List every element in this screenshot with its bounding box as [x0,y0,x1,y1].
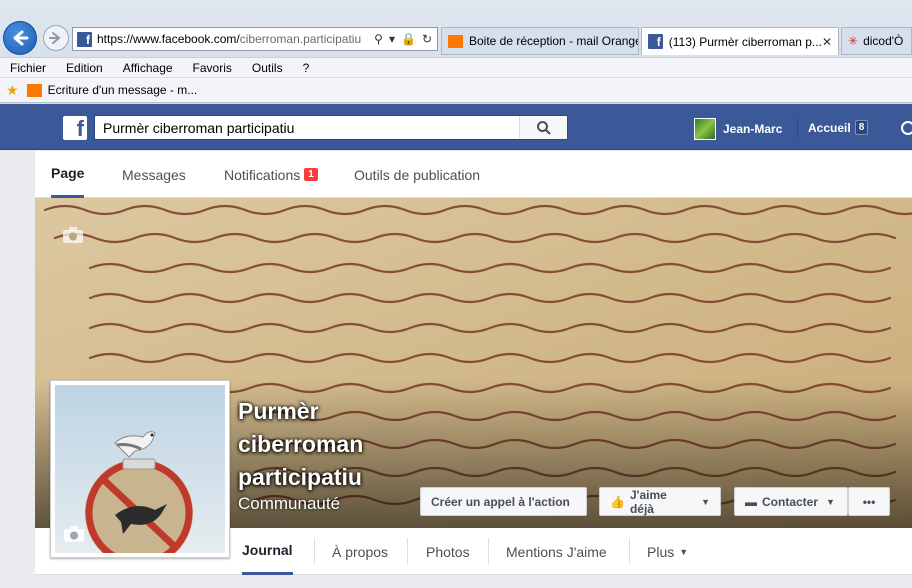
divider [629,538,630,565]
tab-about[interactable]: À propos [332,528,388,575]
divider [407,538,408,565]
call-to-action-button[interactable]: Créer un appel à l'action [420,487,587,516]
menu-favoris[interactable]: Favoris [183,61,242,75]
arrow-left-icon [13,30,29,46]
address-bar[interactable]: f https://www.facebook.com/ciberroman.pa… [72,27,438,51]
button-label: ••• [862,494,876,509]
thumbs-up-icon: 👍 [610,494,625,509]
tab-label: Mentions J'aime [506,543,607,560]
home-link[interactable]: Accueil 8 [808,120,869,135]
tab-label: À propos [332,543,389,560]
dropdown-icon[interactable]: ▾ [389,32,395,46]
chevron-down-icon: ▼ [679,546,689,557]
page-admin-tabs: Page Messages Notifications 1 Outils de p… [35,151,912,198]
favorites-bar: ★ Ecriture d'un message - m... [0,78,912,103]
friends-icon[interactable] [901,121,912,135]
button-label: Contacter [762,494,819,509]
tab-more[interactable]: Plus ▼ [647,528,688,575]
address-icons: ⚲ ▾ 🔒 ↻ [374,32,437,46]
tab-orange-mail[interactable]: Boite de réception - mail Orange [441,27,639,55]
tab-page[interactable]: Page [51,151,85,198]
facebook-favicon-icon: f [648,34,663,49]
divider [797,118,798,138]
home-count-badge: 8 [854,120,869,135]
menu-bar: Fichier Edition Affichage Favoris Outils… [0,57,912,77]
user-name: Jean-Marc [723,122,783,136]
like-button[interactable]: 👍 J'aime déjà ▼ [599,487,721,516]
tab-label: Photos [426,543,470,560]
close-icon[interactable]: ✕ [822,35,832,49]
tab-messages[interactable]: Messages [122,151,186,198]
avatar [694,118,716,140]
page-background [0,575,912,588]
menu-help[interactable]: ? [293,61,320,75]
tab-likes[interactable]: Mentions J'aime [506,528,607,575]
tab-dicod[interactable]: ✳ dicod'Ò [841,27,912,55]
tab-label: Messages [122,166,186,183]
favorites-star-icon[interactable]: ★ [6,82,19,99]
search-icon[interactable]: ⚲ [374,32,383,46]
camera-icon[interactable] [63,525,85,546]
page-category: Communauté [238,494,341,513]
menu-fichier[interactable]: Fichier [0,61,56,75]
search-box[interactable]: Purmèr ciberroman participatiu [94,115,568,140]
search-button[interactable] [519,116,567,139]
tab-label: Plus [647,543,675,560]
divider [314,538,315,565]
tab-journal[interactable]: Journal [242,528,293,575]
menu-affichage[interactable]: Affichage [113,61,183,75]
camera-icon[interactable] [62,226,84,247]
notification-badge: 1 [304,168,318,181]
menu-edition[interactable]: Edition [56,61,113,75]
divider [488,538,489,565]
dicod-icon: ✳ [848,34,859,48]
orange-icon [26,83,42,97]
orange-icon [448,34,463,48]
home-label: Accueil [808,120,851,135]
tab-label: dicod'Ò [863,34,904,48]
back-button[interactable] [3,21,37,55]
tab-label: Page [51,165,85,181]
lock-icon[interactable]: 🔒 [401,32,416,46]
page-title: Purmèr ciberroman participatiu [238,398,364,490]
search-input[interactable]: Purmèr ciberroman participatiu [95,120,519,136]
chevron-down-icon: ▼ [826,496,835,507]
profile-link[interactable]: Jean-Marc [694,118,782,140]
tab-label: Boite de réception - mail Orange [469,34,639,48]
url-rest: ciberroman.participatiu [239,32,362,46]
tab-label: (113) Purmèr ciberroman p... [668,34,822,49]
favorite-link[interactable]: Ecriture d'un message - m... [48,83,198,97]
profile-picture[interactable] [50,380,230,567]
forward-button[interactable] [43,25,69,51]
menu-outils[interactable]: Outils [242,61,293,75]
url-text: https://www.facebook.com/ciberroman.part… [97,32,367,46]
button-label: J'aime déjà [629,487,667,516]
tab-label: Journal [242,542,293,558]
more-options-button[interactable]: ••• [848,487,890,516]
facebook-favicon-icon: f [77,31,92,47]
search-icon [536,120,551,135]
button-label: Créer un appel à l'action [431,494,570,509]
facebook-header: f Purmèr ciberroman participatiu Jean-Ma… [0,104,912,150]
tab-photos[interactable]: Photos [426,528,470,575]
contact-button[interactable]: ▬ Contacter ▼ [734,487,848,516]
arrow-right-icon [49,32,61,44]
facebook-logo-icon[interactable]: f [63,116,87,140]
tab-publishing-tools[interactable]: Outils de publication [354,151,480,198]
tab-notifications[interactable]: Notifications 1 [224,151,318,198]
chevron-down-icon: ▼ [701,496,710,507]
refresh-icon[interactable]: ↻ [422,32,432,46]
url-prefix: https://www.facebook.com/ [97,32,240,46]
message-icon: ▬ [745,494,757,509]
tab-label: Outils de publication [354,166,481,183]
tab-facebook[interactable]: f (113) Purmèr ciberroman p... ✕ [641,27,839,55]
browser-chrome: f https://www.facebook.com/ciberroman.pa… [0,0,912,104]
tab-label: Notifications [224,166,301,183]
